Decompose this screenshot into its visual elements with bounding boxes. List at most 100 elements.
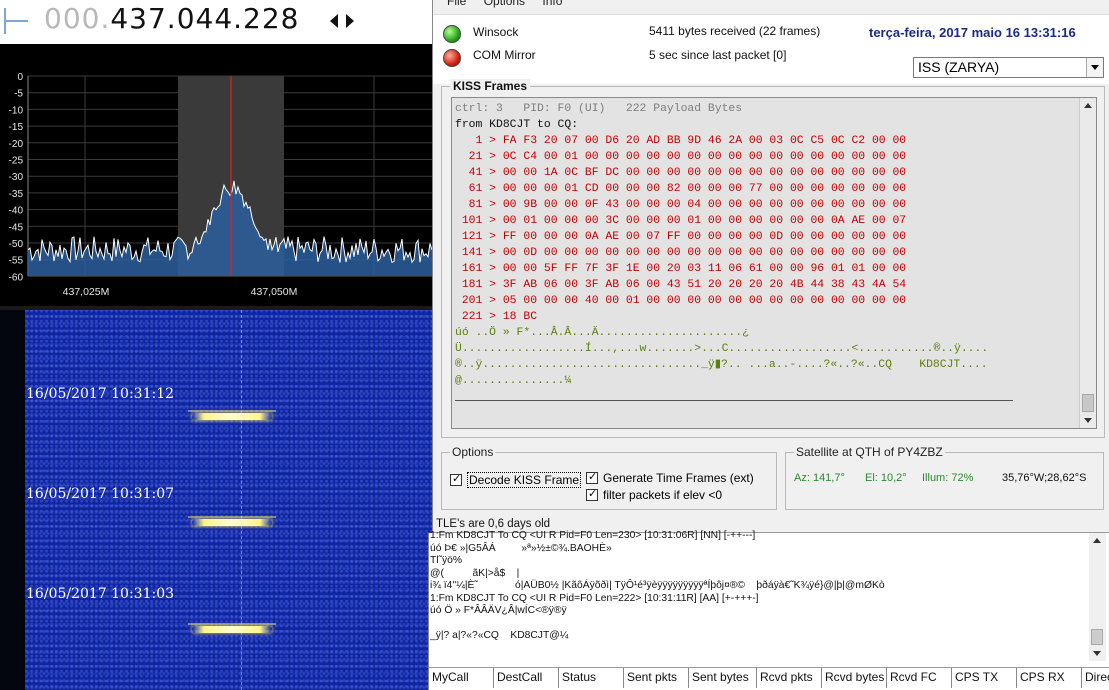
spectrum-x-tick-label: 437,025M: [63, 286, 110, 298]
column-header[interactable]: CPS RX: [1017, 668, 1082, 688]
sdr-window: 000.437.044.228 0 -5 -10 -15 -20 -25 -30 -35 -40…: [0, 0, 432, 690]
scroll-down-arrow-icon[interactable]: [1084, 418, 1092, 423]
waterfall-display[interactable]: 16/05/2017 10:31:12 16/05/2017 10:31:07 …: [0, 310, 432, 690]
frequency-display[interactable]: 000.437.044.228: [44, 2, 299, 35]
waterfall-center-line: [241, 310, 242, 690]
column-header[interactable]: Sent pkts: [624, 668, 689, 688]
log-line: Tl˜ÿö%: [430, 555, 463, 566]
qth-title: Satellite at QTH of PY4ZBZ: [794, 445, 945, 459]
column-header[interactable]: MyCall: [429, 668, 494, 688]
frequency-bar: 000.437.044.228: [0, 0, 432, 44]
column-header[interactable]: Rcvd FC: [887, 668, 952, 688]
column-header[interactable]: Status: [559, 668, 624, 688]
spectrum-y-tick-label: -50: [9, 239, 24, 250]
signal-trace: [192, 626, 272, 633]
packet-log-text[interactable]: 1:Fm KD8CJT To CQ <UI R Pid=F0 Len=230> …: [430, 530, 1090, 643]
log-line: úó Þ€ »|G5ÂÁ »ª»½±©¾.BAOHÈ»: [430, 542, 612, 554]
spectrum-display[interactable]: 0 -5 -10 -15 -20 -25 -30 -35 -40 -45 -50 -55 -60 437,…: [0, 44, 432, 306]
log-line: @( ãK|>å$ |: [430, 567, 520, 579]
kiss-frame-line: ctrl: 3 PID: F0 (UI) 222 Payload Bytes: [455, 103, 743, 115]
kiss-frame-line: 81 > 00 9B 00 00 0F 43 00 00 00 04 00 00…: [455, 199, 907, 211]
kiss-frame-line: 141 > 00 0D 00 00 00 00 00 00 00 00 00 0…: [455, 247, 907, 259]
kiss-frame-line: from KD8CJT to CQ:: [455, 119, 579, 131]
generate-time-frames-label[interactable]: Generate Time Frames (ext): [603, 471, 754, 485]
kiss-frame-line: 161 > 00 00 5F FF 7F 3F 1E 00 20 03 11 0…: [455, 263, 907, 275]
frequency-step-arrows-icon[interactable]: [327, 10, 357, 32]
waterfall-timestamp: 16/05/2017 10:31:07: [26, 486, 175, 502]
kiss-frame-line: 201 > 05 00 00 00 40 00 01 00 00 00 00 0…: [455, 295, 907, 307]
bytes-received: 5411 bytes received (22 frames): [649, 24, 821, 38]
spectrum-y-tick-label: -25: [9, 156, 24, 167]
kiss-frame-lines: ctrl: 3 PID: F0 (UI) 222 Payload Bytes fr…: [455, 101, 1080, 389]
spectrum-y-tick-label: -55: [9, 256, 24, 267]
spectrum-y-tick-label: -30: [9, 172, 24, 183]
column-header[interactable]: Rcvd pkts: [757, 668, 822, 688]
spectrum-y-tick-label: -20: [9, 139, 24, 150]
kiss-frame-line: 181 > 3F AB 06 00 3F AB 06 00 43 51 20 2…: [455, 279, 907, 291]
column-header[interactable]: Rcvd bytes: [822, 668, 887, 688]
signal-trace-fringe: [188, 516, 276, 518]
spectrum-y-tick-label: -40: [9, 206, 24, 217]
satellite-qth-group: Satellite at QTH of PY4ZBZ Az: 141,7° El…: [785, 445, 1104, 510]
kiss-frame-line: 61 > 00 00 00 01 CD 00 00 00 82 00 00 00…: [455, 183, 907, 195]
winsock-label: Winsock: [473, 25, 519, 39]
frequency-prefix: 000.: [44, 2, 111, 35]
satellite-select[interactable]: ISS (ZARYA): [913, 57, 1104, 78]
scroll-down-arrow-icon[interactable]: [1093, 651, 1101, 656]
log-line: úó Ö » F*ÂÂÄV¿Â|wÍC<®ÿ®ÿ: [430, 605, 567, 616]
column-header[interactable]: Direc: [1082, 668, 1109, 688]
scroll-thumb[interactable]: [1091, 629, 1103, 645]
column-header[interactable]: CPS TX: [952, 668, 1017, 688]
kiss-separator: [455, 400, 1013, 401]
log-line: i¾ ï4''¼|È˜ ó|AÜB0½ |KãôÁÿõðì| TÿÔ¹é³ÿèÿ…: [430, 580, 885, 591]
frequency-handle-icon[interactable]: [0, 8, 30, 34]
kiss-frames-group: KISS Frames ctrl: 3 PID: F0 (UI) 222 Pay…: [441, 79, 1105, 438]
column-header[interactable]: DestCall: [494, 668, 559, 688]
log-line: _ÿ|? a|?«?«CQ KD8CJT@¼: [430, 630, 569, 641]
menu-options[interactable]: Options: [484, 0, 525, 8]
scroll-up-arrow-icon[interactable]: [1084, 103, 1092, 108]
kiss-frame-line: @...............¼: [455, 375, 572, 387]
spectrum-y-tick-label: -5: [14, 89, 23, 100]
packet-log-window: 1:Fm KD8CJT To CQ <UI R Pid=F0 Len=230> …: [428, 530, 1109, 690]
options-group: Options Decode KISS Frame Generate Time …: [441, 445, 777, 510]
signal-trace: [192, 413, 272, 420]
menu-info[interactable]: Info: [542, 0, 562, 8]
spectrum-x-tick-label: 437,050M: [251, 286, 298, 298]
kiss-frame-line: 21 > 0C C4 00 01 00 00 00 00 00 00 00 00…: [455, 151, 907, 163]
spectrum-y-tick-label: -60: [9, 272, 24, 283]
scroll-up-arrow-icon[interactable]: [1093, 538, 1101, 543]
chevron-down-icon[interactable]: [1086, 58, 1103, 77]
decode-kiss-checkbox[interactable]: [450, 472, 462, 486]
kiss-frames-title: KISS Frames: [450, 79, 531, 93]
kiss-scrollbar[interactable]: [1079, 98, 1096, 428]
kiss-frame-line: 1 > FA F3 20 07 00 D6 20 AD BB 9D 46 2A …: [455, 135, 907, 147]
illumination-value: Illum: 72%: [922, 472, 974, 484]
winsock-status-led-icon: [443, 25, 461, 43]
filter-packets-label[interactable]: filter packets if elev <0: [603, 488, 722, 502]
kiss-frame-line: úó ..Ö » F*...Â.Â...Ä...................…: [455, 327, 749, 339]
scroll-thumb[interactable]: [1082, 394, 1094, 412]
kiss-frame-line: 41 > 00 00 1A 0C BF DC 00 00 00 00 00 00…: [455, 167, 907, 179]
qth-coordinates: 35,76°W;28,62°S: [1002, 472, 1087, 484]
menu-file[interactable]: File: [447, 0, 466, 8]
kiss-frames-textbox[interactable]: ctrl: 3 PID: F0 (UI) 222 Payload Bytes fr…: [451, 97, 1097, 429]
column-header[interactable]: Sent bytes: [689, 668, 757, 688]
last-packet-age: 5 sec since last packet [0]: [649, 48, 787, 62]
waterfall-timestamp: 16/05/2017 10:31:12: [26, 386, 175, 402]
kiss-frame-line: 221 > 18 BC: [455, 311, 538, 323]
generate-time-frames-checkbox[interactable]: [586, 470, 598, 484]
kiss-frame-line: ®..ÿ................................_ÿ▮?…: [455, 359, 988, 371]
log-line: 1:Fm KD8CJT To CQ <UI R Pid=F0 Len=222> …: [430, 592, 759, 604]
filter-packets-checkbox[interactable]: [586, 487, 598, 501]
spectrum-y-tick-label: -45: [9, 222, 24, 233]
log-scrollbar[interactable]: [1089, 533, 1106, 661]
spectrum-y-tick-label: -10: [9, 105, 24, 116]
tle-age-status: TLE's are 0,6 days old: [436, 518, 551, 530]
options-title: Options: [450, 445, 496, 459]
kiss-frame-line: Ü..................Í...,...w.......>...C…: [455, 343, 989, 355]
satellite-select-value: ISS (ZARYA): [918, 59, 1000, 75]
decode-kiss-label[interactable]: Decode KISS Frame: [467, 472, 582, 488]
signal-trace-fringe: [188, 410, 276, 412]
